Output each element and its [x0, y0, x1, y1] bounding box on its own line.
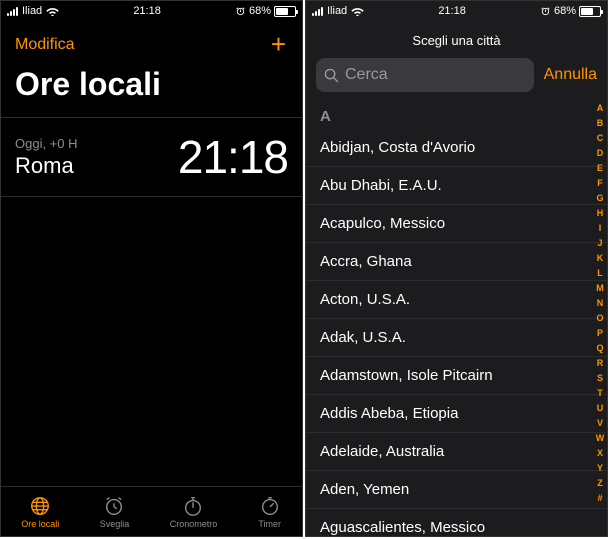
sheet-title: Scegli una città [306, 21, 607, 58]
tab-alarm[interactable]: Sveglia [100, 495, 130, 529]
battery-icon [274, 6, 296, 17]
alphabet-index[interactable]: ABCDEFGHIJKLMNOPQRSTUVWXYZ# [594, 101, 606, 506]
index-letter[interactable]: N [594, 296, 606, 311]
city-picker-screen: Iliad 21:18 68% Scegli una città Cerca A… [305, 0, 608, 537]
city-row[interactable]: Aguascalientes, Messico [306, 509, 607, 537]
index-letter[interactable]: Q [594, 341, 606, 356]
index-letter[interactable]: U [594, 401, 606, 416]
index-letter[interactable]: L [594, 266, 606, 281]
index-letter[interactable]: P [594, 326, 606, 341]
status-time: 21:18 [438, 5, 466, 17]
index-letter[interactable]: D [594, 146, 606, 161]
index-letter[interactable]: W [594, 431, 606, 446]
timer-icon [258, 495, 282, 517]
city-row[interactable]: Acapulco, Messico [306, 205, 607, 243]
index-letter[interactable]: B [594, 116, 606, 131]
city-row[interactable]: Adamstown, Isole Pitcairn [306, 357, 607, 395]
battery-icon [579, 6, 601, 17]
signal-icon [7, 7, 18, 16]
carrier-label: Iliad [327, 5, 347, 17]
add-clock-button[interactable]: + [271, 29, 288, 60]
signal-icon [312, 7, 323, 16]
stopwatch-icon [181, 495, 205, 517]
index-letter[interactable]: T [594, 386, 606, 401]
carrier-label: Iliad [22, 5, 42, 17]
index-letter[interactable]: O [594, 311, 606, 326]
battery-pct: 68% [249, 5, 271, 17]
search-placeholder: Cerca [345, 66, 388, 84]
city-row[interactable]: Addis Abeba, Etiopia [306, 395, 607, 433]
city-row[interactable]: Abidjan, Costa d'Avorio [306, 129, 607, 167]
alarm-icon [102, 495, 126, 517]
index-letter[interactable]: G [594, 191, 606, 206]
city-row[interactable]: Acton, U.S.A. [306, 281, 607, 319]
index-letter[interactable]: C [594, 131, 606, 146]
clock-time: 21:18 [178, 130, 288, 184]
globe-icon [28, 495, 52, 517]
tab-label: Ore locali [21, 519, 59, 529]
tab-label: Sveglia [100, 519, 130, 529]
status-bar: Iliad 21:18 68% [306, 1, 607, 21]
alarm-indicator-icon [235, 6, 246, 17]
search-input[interactable]: Cerca [316, 58, 534, 92]
index-letter[interactable]: V [594, 416, 606, 431]
world-clock-screen: Iliad 21:18 68% Modifica + Ore locali Og… [0, 0, 303, 537]
city-row[interactable]: Aden, Yemen [306, 471, 607, 509]
city-row[interactable]: Adelaide, Australia [306, 433, 607, 471]
alarm-indicator-icon [540, 6, 551, 17]
tab-bar: Ore locali Sveglia Cronometro Timer [1, 486, 302, 536]
wifi-icon [351, 6, 364, 16]
index-letter[interactable]: K [594, 251, 606, 266]
city-row[interactable]: Adak, U.S.A. [306, 319, 607, 357]
index-letter[interactable]: M [594, 281, 606, 296]
status-time: 21:18 [133, 5, 161, 17]
index-letter[interactable]: I [594, 221, 606, 236]
city-row[interactable]: Abu Dhabi, E.A.U. [306, 167, 607, 205]
world-clock-row[interactable]: Oggi, +0 H Roma 21:18 [1, 117, 302, 197]
tab-timer[interactable]: Timer [258, 495, 282, 529]
city-row[interactable]: Accra, Ghana [306, 243, 607, 281]
section-header: A [306, 102, 607, 129]
page-title: Ore locali [1, 64, 302, 117]
index-letter[interactable]: J [594, 236, 606, 251]
cancel-button[interactable]: Annulla [544, 66, 597, 84]
index-letter[interactable]: S [594, 371, 606, 386]
city-list: A Abidjan, Costa d'Avorio Abu Dhabi, E.A… [306, 102, 607, 537]
index-letter[interactable]: R [594, 356, 606, 371]
index-letter[interactable]: Y [594, 461, 606, 476]
index-letter[interactable]: # [594, 491, 606, 506]
clock-offset: Oggi, +0 H [15, 136, 78, 151]
index-letter[interactable]: H [594, 206, 606, 221]
edit-button[interactable]: Modifica [15, 36, 75, 54]
status-bar: Iliad 21:18 68% [1, 1, 302, 21]
clock-city: Roma [15, 153, 78, 179]
tab-label: Cronometro [170, 519, 218, 529]
tab-stopwatch[interactable]: Cronometro [170, 495, 218, 529]
tab-label: Timer [258, 519, 281, 529]
index-letter[interactable]: X [594, 446, 606, 461]
index-letter[interactable]: E [594, 161, 606, 176]
tab-world-clock[interactable]: Ore locali [21, 495, 59, 529]
index-letter[interactable]: Z [594, 476, 606, 491]
wifi-icon [46, 6, 59, 16]
battery-pct: 68% [554, 5, 576, 17]
index-letter[interactable]: A [594, 101, 606, 116]
search-icon [324, 68, 339, 83]
index-letter[interactable]: F [594, 176, 606, 191]
